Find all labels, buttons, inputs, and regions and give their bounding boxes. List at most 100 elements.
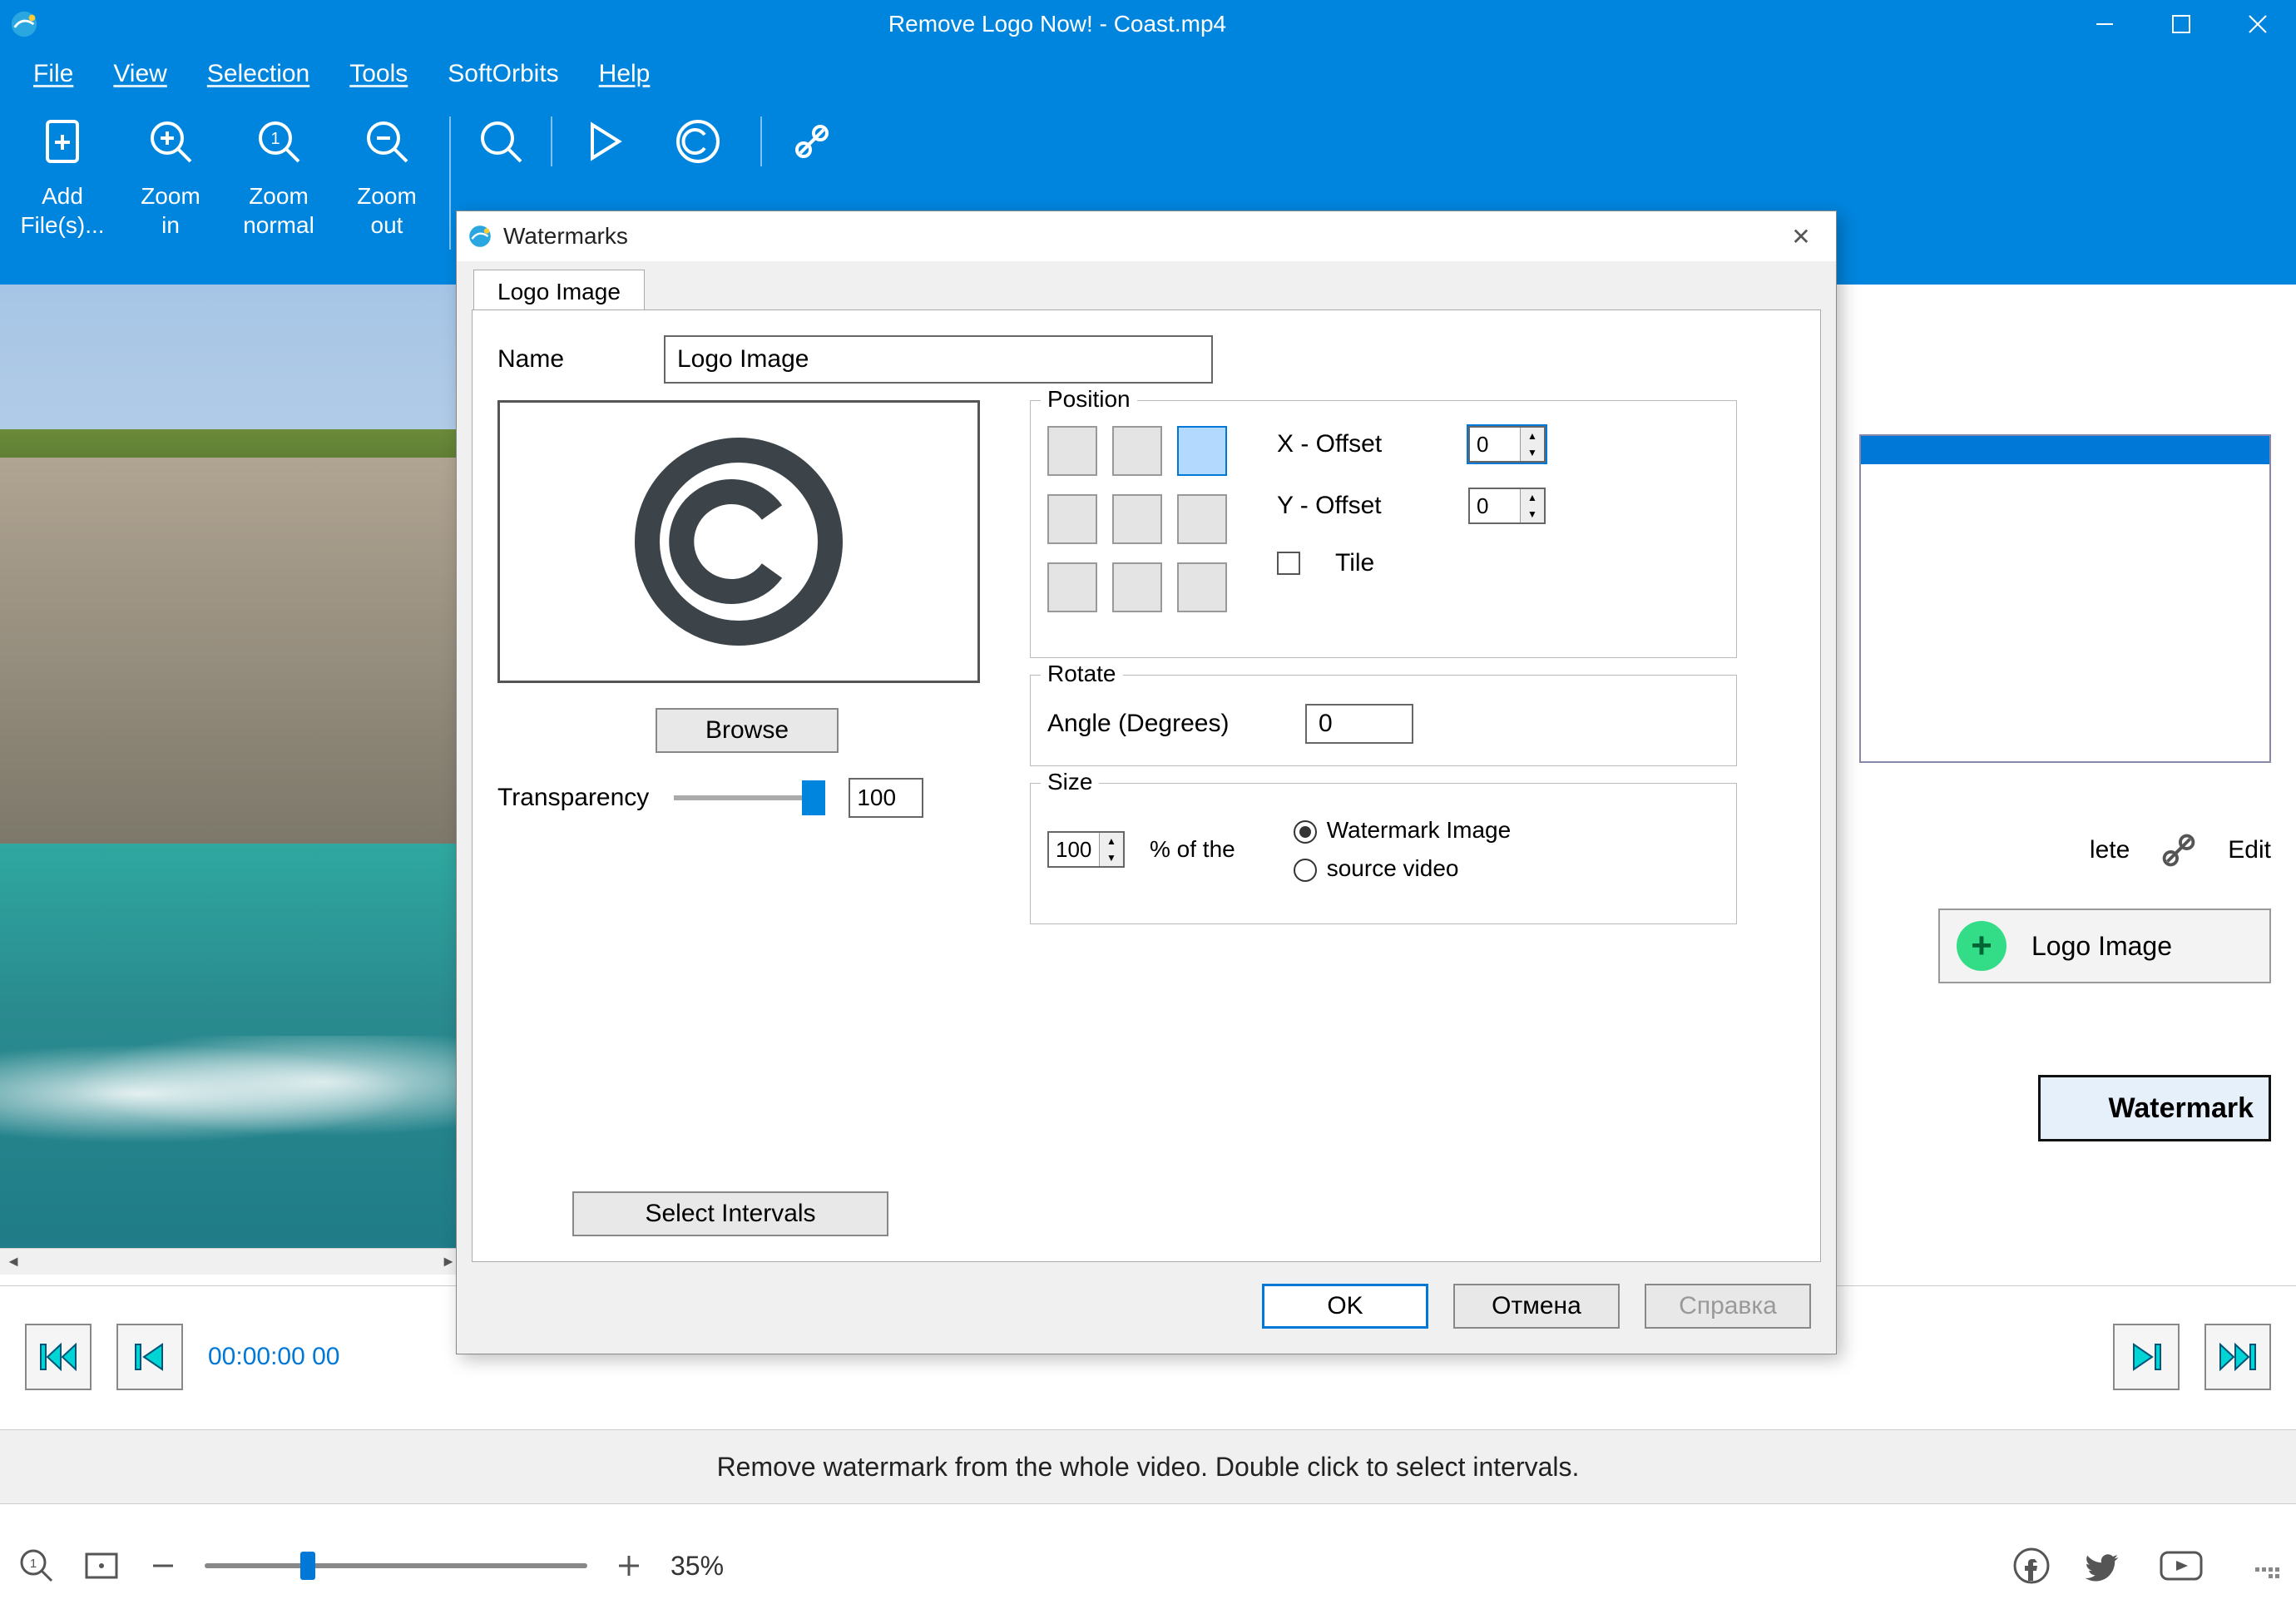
zoom-slider-thumb[interactable]: [300, 1552, 315, 1580]
zoom-in-label: Zoom in: [141, 181, 200, 240]
y-offset-down[interactable]: ▼: [1521, 506, 1544, 522]
menu-softorbits[interactable]: SoftOrbits: [448, 60, 558, 88]
window-title: Remove Logo Now! - Coast.mp4: [48, 11, 2066, 37]
browse-button[interactable]: Browse: [656, 708, 839, 753]
transparency-slider-thumb[interactable]: [802, 780, 825, 815]
pos-mid-right[interactable]: [1177, 494, 1227, 544]
pos-bot-left[interactable]: [1047, 562, 1097, 612]
size-percent-down[interactable]: ▼: [1100, 849, 1123, 866]
zoom-out-button[interactable]: Zoom out: [333, 116, 441, 240]
app-icon: [0, 0, 48, 48]
zoom-plus-icon[interactable]: [612, 1549, 646, 1582]
play-button[interactable]: [561, 116, 644, 166]
position-grid[interactable]: [1047, 426, 1227, 612]
message-text: Remove watermark from the whole video. D…: [717, 1452, 1580, 1483]
zoom-100-icon[interactable]: 1: [17, 1546, 57, 1586]
size-percent-up[interactable]: ▲: [1100, 833, 1123, 849]
facebook-icon[interactable]: [2011, 1546, 2051, 1586]
name-label: Name: [497, 345, 639, 374]
pos-mid-center[interactable]: [1112, 494, 1162, 544]
rewind-start-button[interactable]: [25, 1324, 92, 1390]
delete-label[interactable]: lete: [2090, 836, 2130, 864]
settings-button[interactable]: [770, 116, 854, 166]
radio-watermark-image[interactable]: [1294, 820, 1317, 844]
zoom-in-button[interactable]: Zoom in: [116, 116, 225, 240]
tile-checkbox[interactable]: [1277, 552, 1300, 575]
minimize-button[interactable]: [2066, 0, 2143, 48]
step-forward-button[interactable]: [2113, 1324, 2180, 1390]
fit-screen-icon[interactable]: [82, 1546, 121, 1586]
radio-source-label: source video: [1327, 855, 1459, 881]
menu-view[interactable]: View: [113, 60, 166, 88]
menu-file[interactable]: File: [33, 60, 73, 88]
side-panel: lete Edit + Logo Image Watermark: [1834, 285, 2296, 1287]
y-offset-up[interactable]: ▲: [1521, 489, 1544, 506]
select-intervals-button[interactable]: Select Intervals: [572, 1191, 888, 1236]
x-offset-up[interactable]: ▲: [1521, 428, 1544, 444]
youtube-icon[interactable]: [2158, 1546, 2204, 1586]
size-percent-spinner[interactable]: ▲▼: [1047, 831, 1125, 868]
step-back-button[interactable]: [116, 1324, 183, 1390]
resize-grip[interactable]: [2254, 1553, 2279, 1578]
listbox-selected-row[interactable]: [1861, 436, 2269, 464]
wrench-icon: [2155, 826, 2203, 874]
menu-selection[interactable]: Selection: [207, 60, 309, 88]
pos-top-left[interactable]: [1047, 426, 1097, 476]
add-files-button[interactable]: Add File(s)...: [8, 116, 116, 240]
size-percent-input[interactable]: [1049, 833, 1099, 866]
help-button[interactable]: Справка: [1645, 1284, 1811, 1329]
tab-page: Name Browse Transparency: [472, 309, 1821, 1262]
transparency-label: Transparency: [497, 784, 649, 812]
angle-input[interactable]: [1305, 704, 1413, 744]
add-files-label: Add File(s)...: [20, 181, 104, 240]
watermark-listbox[interactable]: [1859, 434, 2271, 763]
horizontal-scrollbar[interactable]: ◄ ►: [0, 1248, 462, 1275]
close-button[interactable]: [2219, 0, 2296, 48]
x-offset-down[interactable]: ▼: [1521, 444, 1544, 461]
maximize-button[interactable]: [2143, 0, 2219, 48]
transparency-slider[interactable]: [674, 795, 824, 800]
zoom-slider[interactable]: [205, 1563, 587, 1568]
x-offset-spinner[interactable]: ▲▼: [1468, 426, 1546, 463]
logo-image-button[interactable]: + Logo Image: [1938, 909, 2271, 983]
video-preview[interactable]: [0, 285, 462, 1248]
zoom-out-label: Zoom out: [357, 181, 417, 240]
y-offset-label: Y - Offset: [1277, 492, 1443, 520]
pos-bot-center[interactable]: [1112, 562, 1162, 612]
pos-bot-right[interactable]: [1177, 562, 1227, 612]
y-offset-input[interactable]: [1470, 489, 1520, 522]
ok-button[interactable]: OK: [1262, 1284, 1428, 1329]
edit-label[interactable]: Edit: [2228, 836, 2271, 864]
watermark-button[interactable]: Watermark: [2038, 1075, 2271, 1141]
menu-tools[interactable]: Tools: [349, 60, 408, 88]
angle-label: Angle (Degrees): [1047, 710, 1280, 738]
pos-top-center[interactable]: [1112, 426, 1162, 476]
dialog-close-button[interactable]: ✕: [1776, 223, 1826, 250]
zoom-normal-label: Zoom normal: [243, 181, 314, 240]
size-legend: Size: [1041, 769, 1099, 795]
toolbar-separator: [760, 116, 762, 166]
transparency-input[interactable]: [849, 778, 923, 818]
zoom-normal-button[interactable]: 1 Zoom normal: [225, 116, 333, 240]
scroll-left-arrow[interactable]: ◄: [0, 1250, 27, 1275]
cancel-button[interactable]: Отмена: [1453, 1284, 1620, 1329]
zoom-minus-icon[interactable]: [146, 1549, 180, 1582]
tab-logo-image[interactable]: Logo Image: [473, 270, 645, 314]
pos-top-right[interactable]: [1177, 426, 1227, 476]
status-bar: 1 35%: [0, 1508, 2296, 1624]
name-input[interactable]: [664, 335, 1213, 384]
dialog-title-text: Watermarks: [503, 223, 628, 250]
y-offset-spinner[interactable]: ▲▼: [1468, 488, 1546, 524]
message-bar: Remove watermark from the whole video. D…: [0, 1429, 2296, 1504]
find-button[interactable]: [459, 116, 542, 166]
radio-watermark-label: Watermark Image: [1327, 817, 1511, 843]
copyright-button[interactable]: [644, 116, 752, 166]
radio-source-video[interactable]: [1294, 859, 1317, 882]
x-offset-input[interactable]: [1470, 428, 1520, 461]
forward-end-button[interactable]: [2204, 1324, 2271, 1390]
twitter-icon[interactable]: [2085, 1546, 2125, 1586]
rotate-legend: Rotate: [1041, 661, 1123, 687]
menu-help[interactable]: Help: [599, 60, 651, 88]
pos-mid-left[interactable]: [1047, 494, 1097, 544]
svg-text:1: 1: [270, 130, 280, 148]
